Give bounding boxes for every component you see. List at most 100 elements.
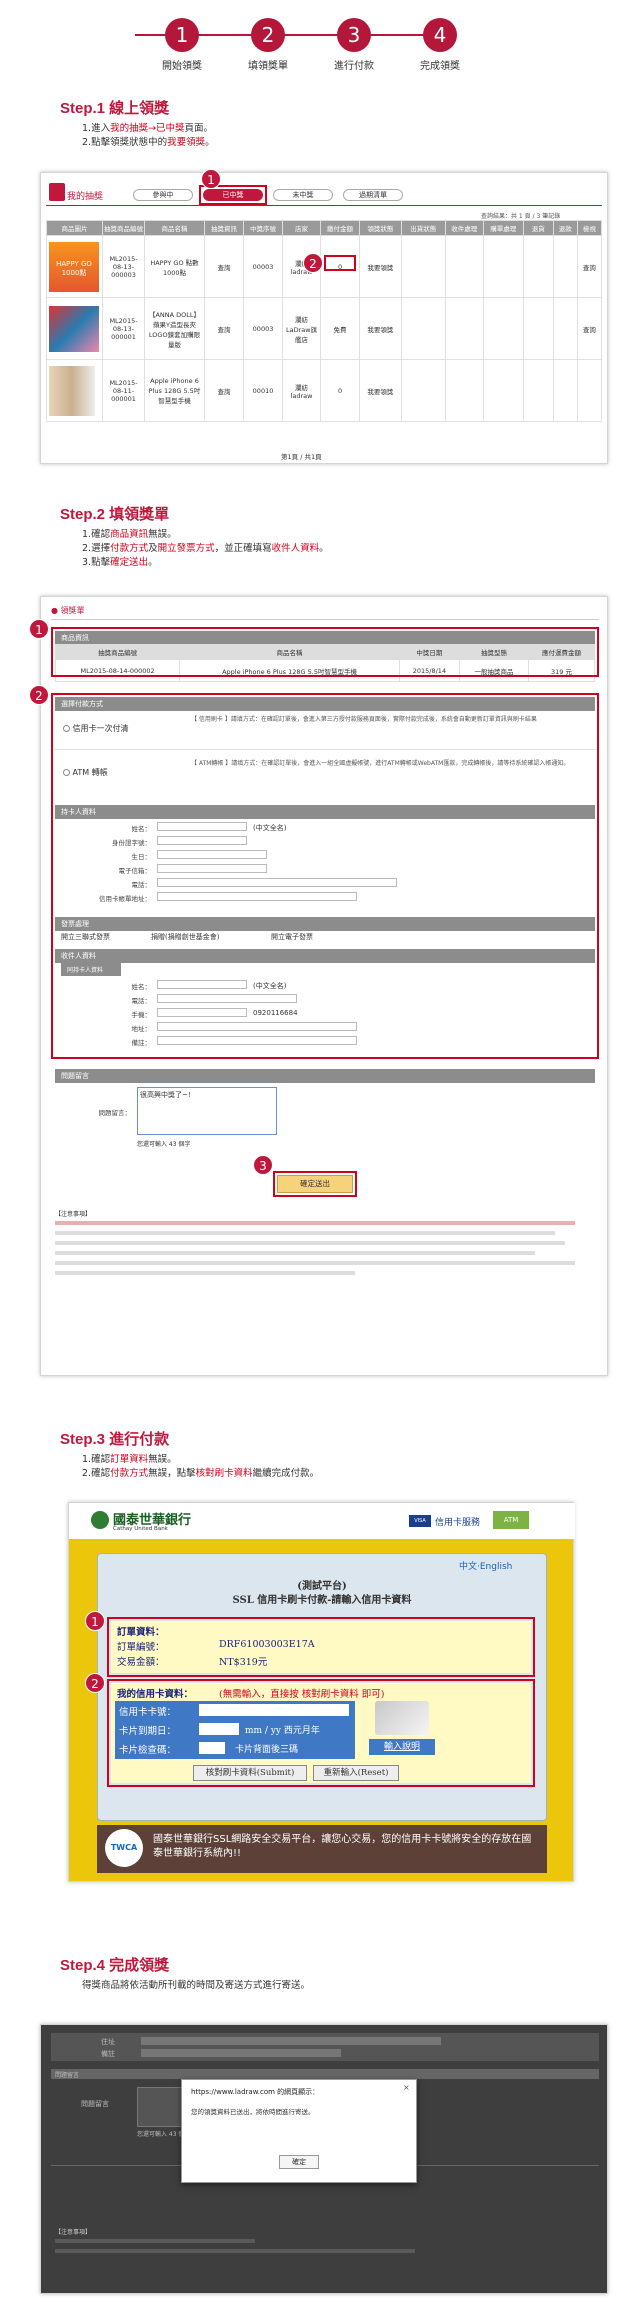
step-label-2: 填領獎單 <box>248 61 288 72</box>
col-header: 退貨 <box>522 220 554 236</box>
notes-line <box>55 2239 255 2243</box>
highlight-form <box>51 693 599 1059</box>
col-header: 檢視 <box>576 220 603 236</box>
step-circle-4: 4 <box>423 18 457 52</box>
shop: 瀾紡LaDraw旗艦店 <box>282 297 322 360</box>
col-header: 中獎序號 <box>243 220 284 236</box>
twca-seal-icon: TWCA <box>105 1829 143 1867</box>
notes-line <box>55 2249 415 2253</box>
notes-line <box>55 1251 535 1255</box>
anna-doll-image <box>49 305 99 352</box>
step-label-4: 完成領獎 <box>420 61 460 72</box>
notes-line <box>55 1231 555 1235</box>
claim-link[interactable]: 我要領獎 <box>359 359 402 422</box>
step2-title: Step.2 填領獎單 <box>60 506 170 523</box>
lottery-no[interactable]: ML2015-08-13-000003 <box>102 235 145 298</box>
highlight-submit <box>273 1171 357 1197</box>
bank-logo-icon <box>91 1511 109 1529</box>
card-service-label: 信用卡服務 <box>435 1518 481 1528</box>
lottery-no[interactable]: ML2015-08-13-000001 <box>102 297 145 360</box>
lottery-no[interactable]: ML2015-08-11-000001 <box>102 359 145 422</box>
char-count: 您還可輸入 43 個字 <box>137 1141 191 1148</box>
message-bar: 問題留言 <box>55 1069 595 1083</box>
win-seq: 00003 <box>243 297 284 360</box>
col-header: 領獎狀態 <box>359 220 402 236</box>
payment-heading: SSL 信用卡刷卡付款-請輸入信用卡資料 <box>232 1595 412 1606</box>
step3-screenshot: 國泰世華銀行 Cathay United Bank VISA 信用卡服務 ATM… <box>68 1502 575 1882</box>
notes-title: 【注意事項】 <box>55 1211 92 1218</box>
fee: 免費 <box>320 297 361 360</box>
callout-2: 2 <box>303 253 323 273</box>
tab-not-won[interactable]: 未中獎 <box>273 189 333 201</box>
col-header: 出貨狀態 <box>400 220 446 236</box>
claim-link[interactable]: 我要領獎 <box>359 235 402 298</box>
product-name[interactable]: Apple iPhone 6 Plus 128G 5.5吋智慧型手機 <box>144 359 205 422</box>
test-platform-label: (測試平台) <box>297 1581 347 1592</box>
col-header: 店家 <box>282 220 322 236</box>
col-header: 抽獎商品編號 <box>102 220 145 236</box>
step3-instruction-2: 2.確認付款方式無誤，點擊核對刷卡資料繼續完成付款。 <box>82 1468 320 1479</box>
location-pin-icon: ● <box>51 606 61 615</box>
highlight-card-info <box>107 1679 535 1787</box>
col-header: 退款 <box>552 220 578 236</box>
visa-icon: VISA <box>409 1515 431 1527</box>
note-input[interactable] <box>141 2049 341 2057</box>
step3-title: Step.3 進行付款 <box>60 1431 170 1448</box>
row-label: 住址 <box>101 2038 115 2046</box>
notes-title: 【注意事項】 <box>55 2229 92 2236</box>
progress-stepper: 1 2 3 4 開始領獎 填領獎單 進行付款 完成領獎 <box>0 10 644 80</box>
claim-link[interactable]: 我要領獎 <box>359 297 402 360</box>
notes-line <box>55 1271 355 1275</box>
bank-name-en: Cathay United Bank <box>113 1526 168 1532</box>
callout-3: 3 <box>253 1155 273 1175</box>
language-links[interactable]: 中文‧English <box>459 1559 512 1572</box>
atm-icon: ATM <box>493 1511 529 1529</box>
step1-title: Step.1 線上領獎 <box>60 100 170 117</box>
field-label: 問題留言： <box>98 1109 132 1117</box>
message-bar-label: 問題留言 <box>55 2072 80 2079</box>
claim-form-header: ● 領獎單 <box>51 606 85 615</box>
col-header: 繳付金額 <box>320 220 361 236</box>
message-textarea[interactable]: 很高興中獎了~! <box>137 1087 277 1135</box>
info-link[interactable]: 查詢 <box>203 297 245 360</box>
win-seq: 00010 <box>243 359 284 422</box>
step2-instruction-3: 3.點擊確定送出。 <box>82 557 158 568</box>
product-name[interactable]: HAPPY GO 點數1000點 <box>144 235 205 298</box>
address-input[interactable] <box>141 2037 441 2045</box>
dialog-title: https://www.ladraw.com 的網頁顯示： <box>191 2088 320 2096</box>
step-circle-3: 3 <box>337 18 371 52</box>
step4-screenshot: 住址 備註 問題留言 問題留言 您還可輸入 43 個字 【注意事項】 https… <box>40 2024 608 2294</box>
dialog-ok-button[interactable]: 確定 <box>279 2155 319 2169</box>
step4-instruction-1: 得獎商品將依活動所刊載的時間及寄送方式進行寄送。 <box>82 1980 311 1991</box>
highlight-order-info <box>107 1617 535 1677</box>
table-row: ML2015-08-13-000001 【ANNA DOLL】蘋果Y造型長夾LO… <box>46 297 603 360</box>
fee: 0 <box>320 359 361 422</box>
info-link[interactable]: 查詢 <box>203 235 245 298</box>
step4-title: Step.4 完成領獎 <box>60 1957 170 1974</box>
tab-participating[interactable]: 參與中 <box>133 189 193 201</box>
pager: 第1頁 / 共1頁 <box>281 453 322 461</box>
step2-instruction-2: 2.選擇付款方式及開立發票方式，並正確填寫收件人資料。 <box>82 543 329 554</box>
col-header: 收件處理 <box>444 220 484 236</box>
view-link[interactable]: 查詢 <box>576 235 603 298</box>
view-link[interactable]: 查詢 <box>576 297 603 360</box>
product-name[interactable]: 【ANNA DOLL】蘋果Y造型長夾LOGO鍊套加購限量版 <box>144 297 205 360</box>
callout-2: 2 <box>85 1673 105 1693</box>
callout-1: 1 <box>85 1611 105 1631</box>
col-header: 商品圖片 <box>46 220 103 236</box>
notes-line <box>55 1221 575 1225</box>
step2-instruction-1: 1.確認商品資訊無誤。 <box>82 529 177 540</box>
my-lottery-header: 我的抽獎 <box>67 192 104 202</box>
security-footer-text: 國泰世華銀行SSL網路安全交易平台，讓您心交易，您的信用卡卡號將安全的存放在國泰… <box>153 1834 532 1859</box>
step1-instruction-2: 2.點擊領獎狀態中的我要領獎。 <box>82 137 215 148</box>
divider <box>51 619 599 620</box>
notes-line <box>55 1241 565 1245</box>
step-label-3: 進行付款 <box>334 61 374 72</box>
tab-expired[interactable]: 過期清單 <box>343 189 403 201</box>
paging-info: 查詢結果：共 1 頁 / 3 筆記錄 <box>481 213 561 220</box>
close-icon[interactable]: × <box>403 2083 410 2092</box>
highlight-product-info <box>51 627 599 677</box>
step3-instruction-1: 1.確認訂單資料無誤。 <box>82 1454 177 1465</box>
col-header: 抽獎資訊 <box>203 220 245 236</box>
info-link[interactable]: 查詢 <box>203 359 245 422</box>
